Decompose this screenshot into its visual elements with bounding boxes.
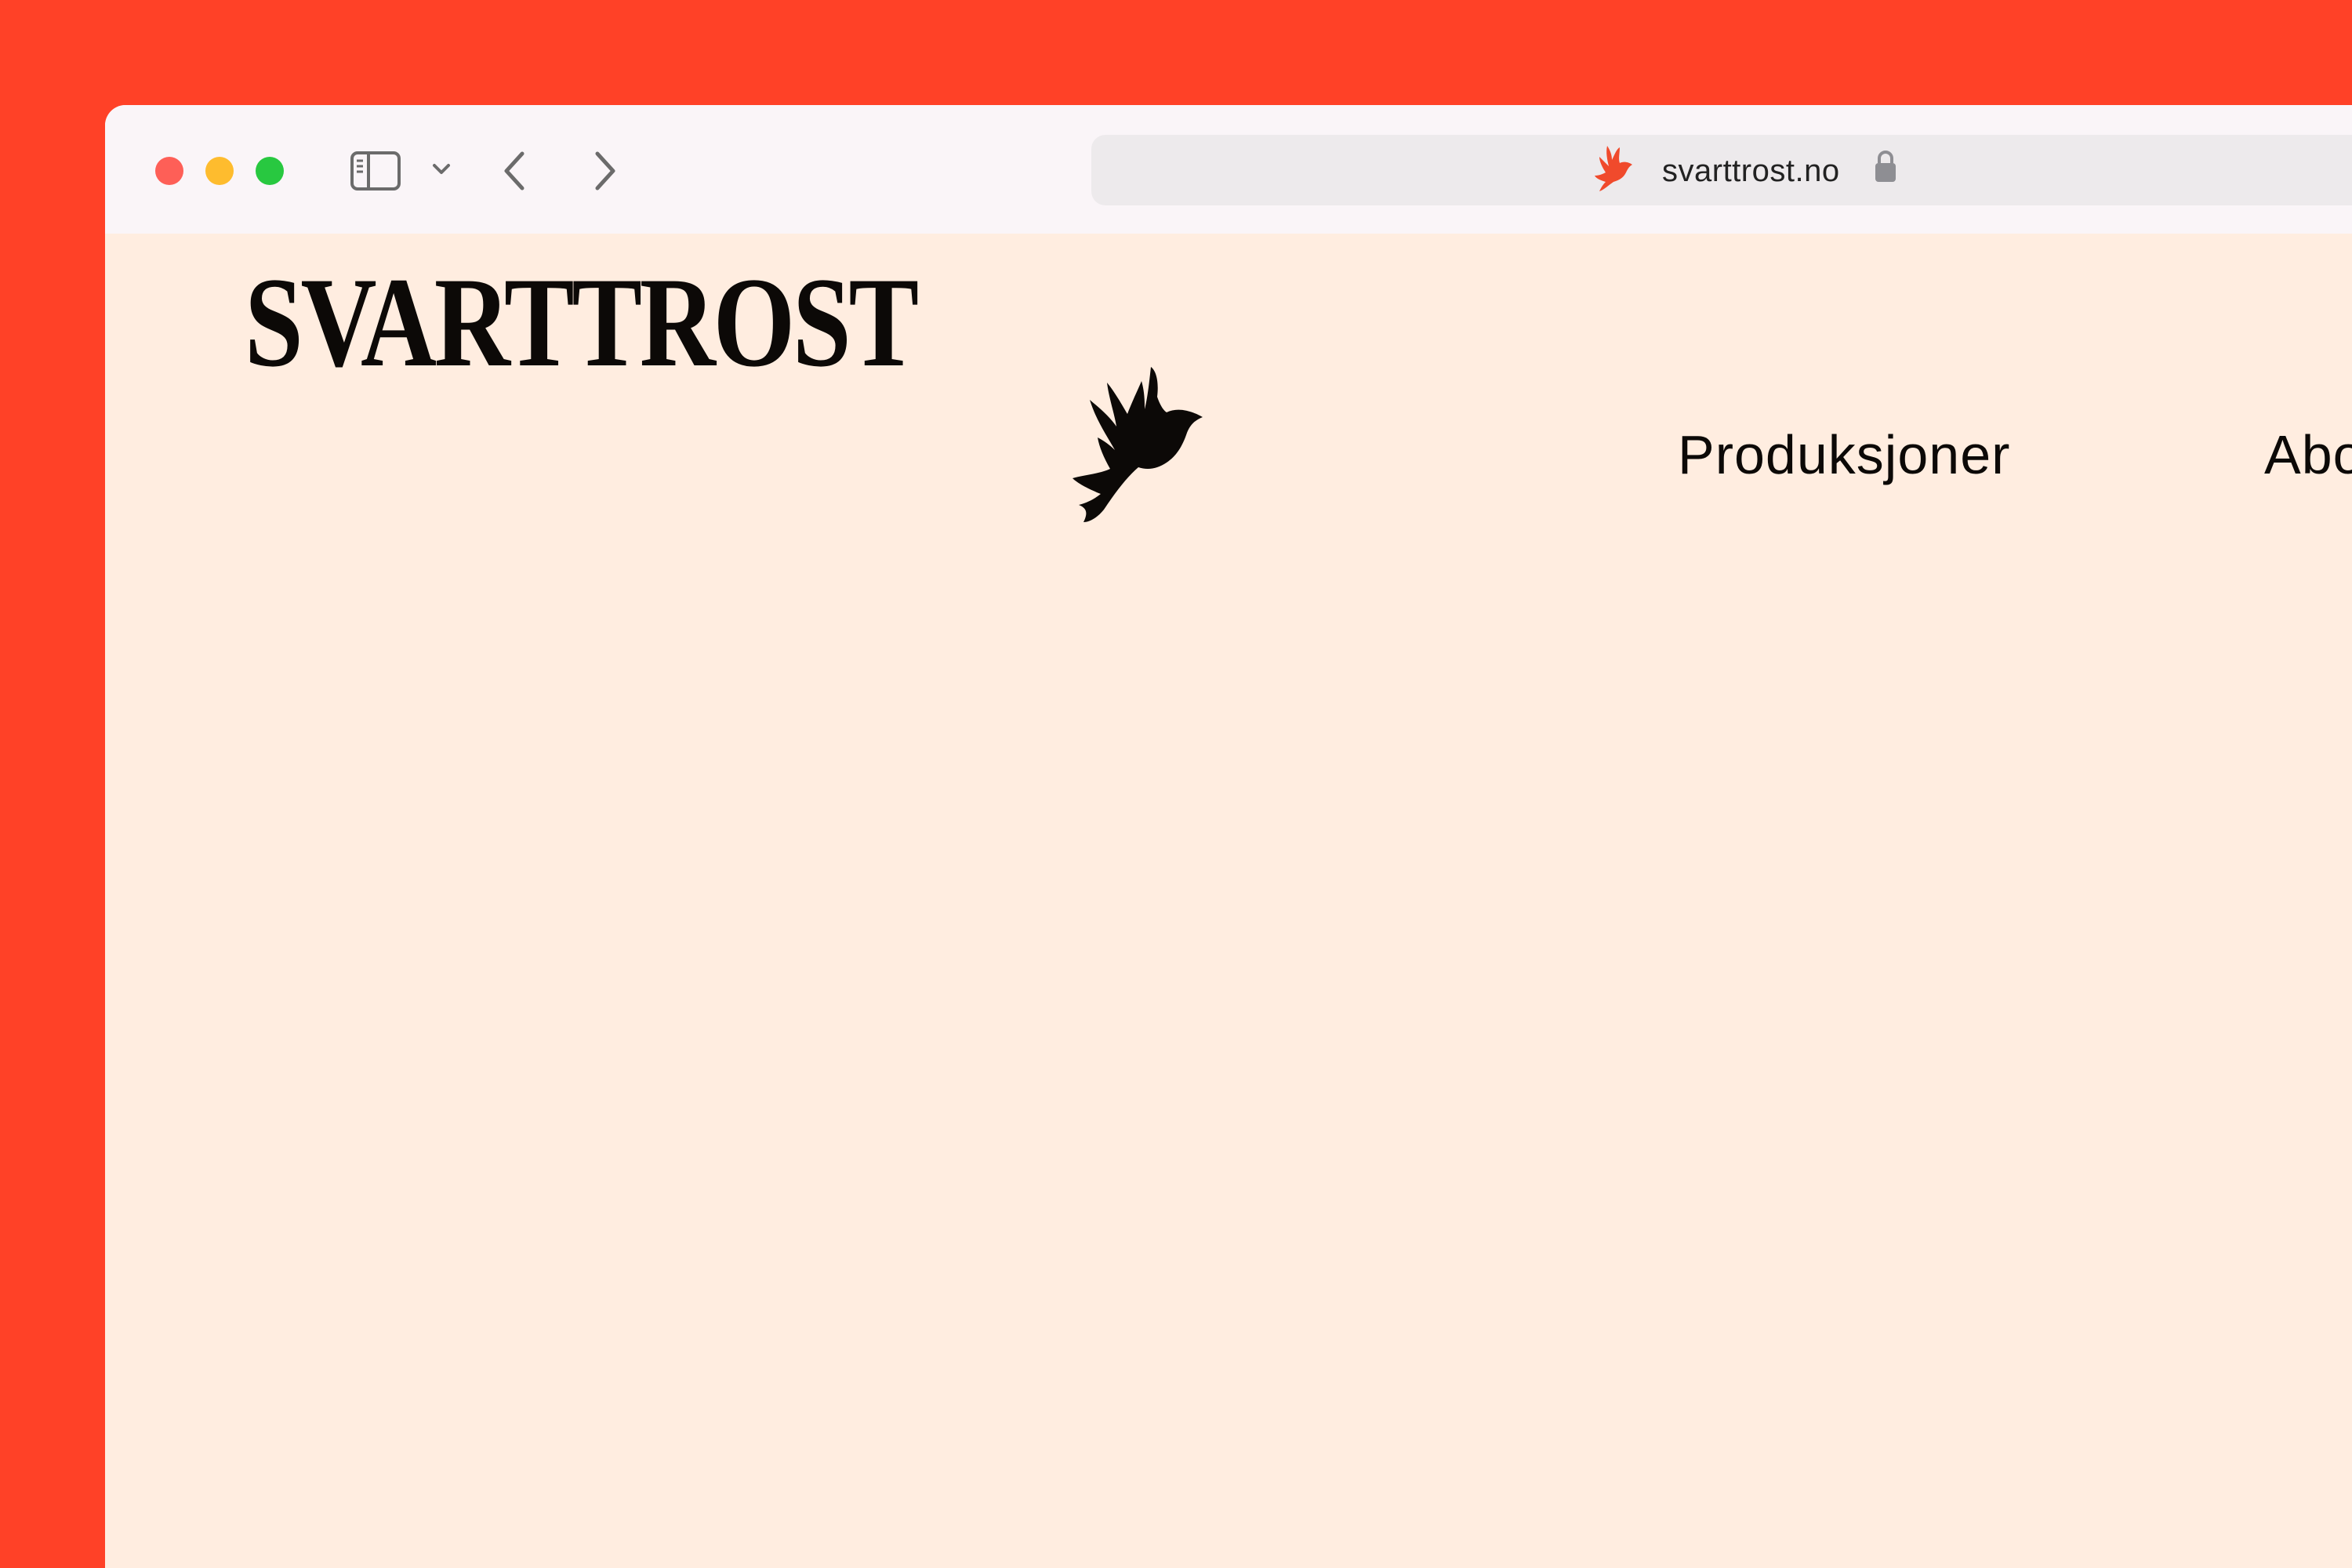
nav-link-abo[interactable]: Abo	[2264, 423, 2352, 486]
logo-bird-icon	[1073, 367, 1203, 522]
minimize-window-button[interactable]	[205, 157, 234, 185]
zoom-window-button[interactable]	[256, 157, 284, 185]
bird-icon	[1595, 146, 1632, 191]
lock-icon	[1875, 151, 1896, 182]
close-window-button[interactable]	[155, 157, 183, 185]
site-logo[interactable]: SVARTTROST	[245, 259, 919, 387]
browser-toolbar: svarttrost.no	[105, 105, 2352, 234]
chevron-down-icon[interactable]	[431, 162, 452, 177]
sidebar-icon[interactable]	[350, 151, 401, 191]
address-bar-url: svarttrost.no	[1662, 154, 1840, 188]
nav-link-produksjoner[interactable]: Produksjoner	[1678, 423, 2010, 486]
forward-arrow-icon[interactable]	[591, 149, 619, 193]
page-content	[105, 234, 2352, 1568]
back-arrow-icon[interactable]	[500, 149, 528, 193]
